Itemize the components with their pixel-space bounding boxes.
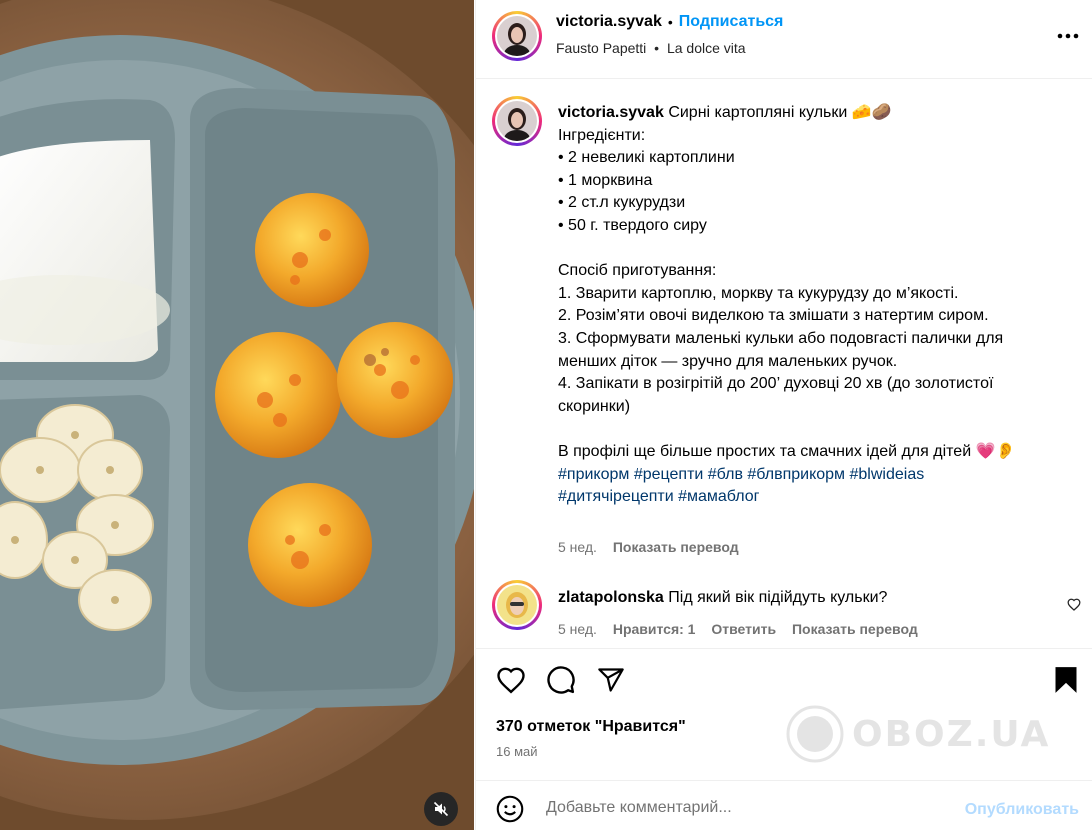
author-avatar-image — [497, 16, 537, 56]
publish-button[interactable]: Опубликовать — [965, 801, 1079, 819]
caption-meta: 5 нед. Показать перевод — [558, 539, 751, 555]
header-separator: • — [667, 14, 673, 30]
like-button[interactable] — [496, 666, 526, 699]
likes-count[interactable]: 370 отметок "Нравится" — [496, 718, 686, 736]
commenter-avatar[interactable] — [492, 580, 542, 630]
author-avatar[interactable] — [492, 11, 542, 61]
caption-translate-link[interactable]: Показать перевод — [613, 539, 739, 555]
commenter-avatar-image — [497, 585, 537, 625]
send-icon — [598, 668, 624, 692]
comment-text: Під який вік підійдуть кульки? — [668, 589, 888, 606]
heart-icon — [1067, 598, 1081, 611]
emoji-button[interactable] — [496, 795, 524, 828]
comment-translate-link[interactable]: Показать перевод — [792, 621, 918, 637]
caption-avatar-image — [497, 101, 537, 141]
caption-author-avatar[interactable] — [492, 96, 542, 146]
comment-button[interactable] — [546, 665, 576, 700]
bookmark-icon — [1055, 667, 1077, 693]
comment-reply-button[interactable]: Ответить — [711, 621, 776, 637]
header-top-line: victoria.syvak • Подписаться — [556, 13, 783, 31]
comment-body: zlatapolonska Під який вік підійдуть кул… — [558, 589, 887, 607]
comment-icon — [547, 666, 575, 694]
more-options-icon[interactable] — [1057, 22, 1079, 45]
caption-age[interactable]: 5 нед. — [558, 539, 597, 555]
post-media-video[interactable] — [0, 0, 474, 830]
commenter-username[interactable]: zlatapolonska — [558, 589, 664, 606]
oboz-logo-icon — [786, 705, 844, 763]
author-username[interactable]: victoria.syvak — [556, 13, 662, 31]
add-comment-bar: Опубликовать — [476, 780, 1092, 830]
post-caption: victoria.syvak Сирні картопляні кульки 🧀… — [558, 102, 1058, 509]
hashtags-line-1[interactable]: #прикорм #рецепти #блв #блвприкорм #blwi… — [558, 466, 924, 483]
post-header: victoria.syvak • Подписаться Fausto Pape… — [476, 0, 1092, 79]
hashtags-line-2[interactable]: #дитячірецепти #мамаблог — [558, 488, 760, 505]
comment-like-button[interactable] — [1067, 598, 1081, 616]
follow-button[interactable]: Подписаться — [679, 13, 784, 31]
save-button[interactable] — [1054, 666, 1078, 699]
comment-meta: 5 нед. Нравится: 1 Ответить Показать пер… — [558, 621, 930, 637]
audio-artist: Fausto Papetti — [556, 40, 647, 56]
food-photo — [0, 0, 474, 830]
caption-title: Сирні картопляні кульки 🧀🥔 — [668, 104, 892, 121]
post-details-panel: victoria.syvak • Подписаться Fausto Pape… — [475, 0, 1092, 830]
caption-body: Інгредієнти: • 2 невеликі картоплини • 1… — [558, 126, 1016, 460]
muted-speaker-icon — [433, 801, 449, 817]
audio-separator: • — [654, 40, 660, 56]
audio-track[interactable]: Fausto Papetti • La dolce vita — [556, 40, 746, 56]
smiley-icon — [496, 795, 524, 823]
heart-icon — [497, 667, 525, 694]
share-button[interactable] — [597, 666, 625, 699]
comment-likes[interactable]: Нравится: 1 — [613, 621, 696, 637]
mute-button[interactable] — [424, 792, 458, 826]
watermark-text: OBOZ.UA — [852, 713, 1051, 755]
audio-track-name: La dolce vita — [666, 40, 746, 56]
comment-age[interactable]: 5 нед. — [558, 621, 597, 637]
post-date[interactable]: 16 май — [496, 744, 538, 759]
caption-username[interactable]: victoria.syvak — [558, 104, 664, 121]
oboz-watermark: OBOZ.UA — [786, 705, 1050, 763]
comment-input[interactable] — [546, 799, 946, 817]
